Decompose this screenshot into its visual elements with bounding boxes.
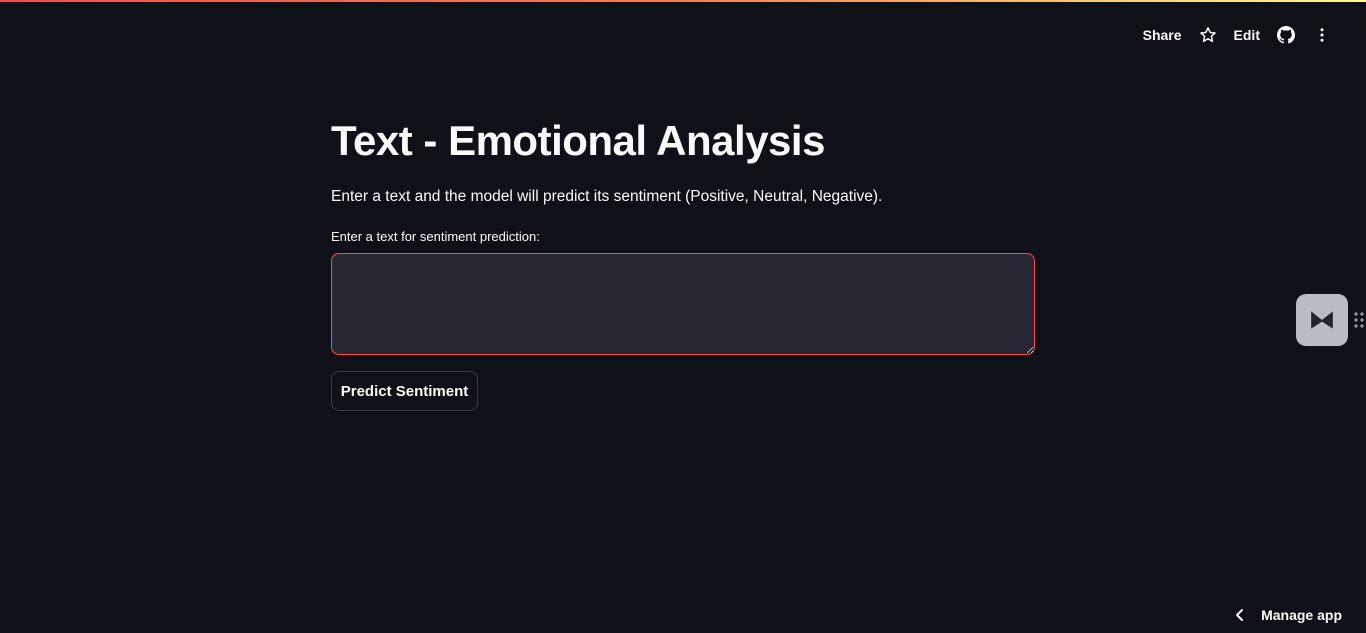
page-description: Enter a text and the model will predict … [331,188,883,205]
edit-button[interactable]: Edit [1226,24,1268,46]
bookmark-chevron-icon [1311,311,1333,329]
text-input-label: Enter a text for sentiment prediction: [331,229,540,244]
drag-handle[interactable] [1354,311,1364,329]
star-icon[interactable] [1198,25,1218,45]
header-toolbar: Share Edit [1135,24,1340,46]
more-vertical-icon[interactable] [1312,25,1332,45]
grip-dots-icon [1354,312,1364,328]
floating-widget-button[interactable] [1296,294,1348,346]
sentiment-text-input[interactable] [331,253,1035,355]
manage-app-label: Manage app [1261,607,1342,623]
manage-app-button[interactable]: Manage app [1233,603,1342,627]
page-title: Text - Emotional Analysis [331,117,825,164]
chevron-left-icon [1233,608,1247,622]
github-icon[interactable] [1276,25,1296,45]
share-button[interactable]: Share [1135,24,1190,46]
top-decoration-bar [0,0,1366,2]
predict-sentiment-button[interactable]: Predict Sentiment [331,371,478,411]
